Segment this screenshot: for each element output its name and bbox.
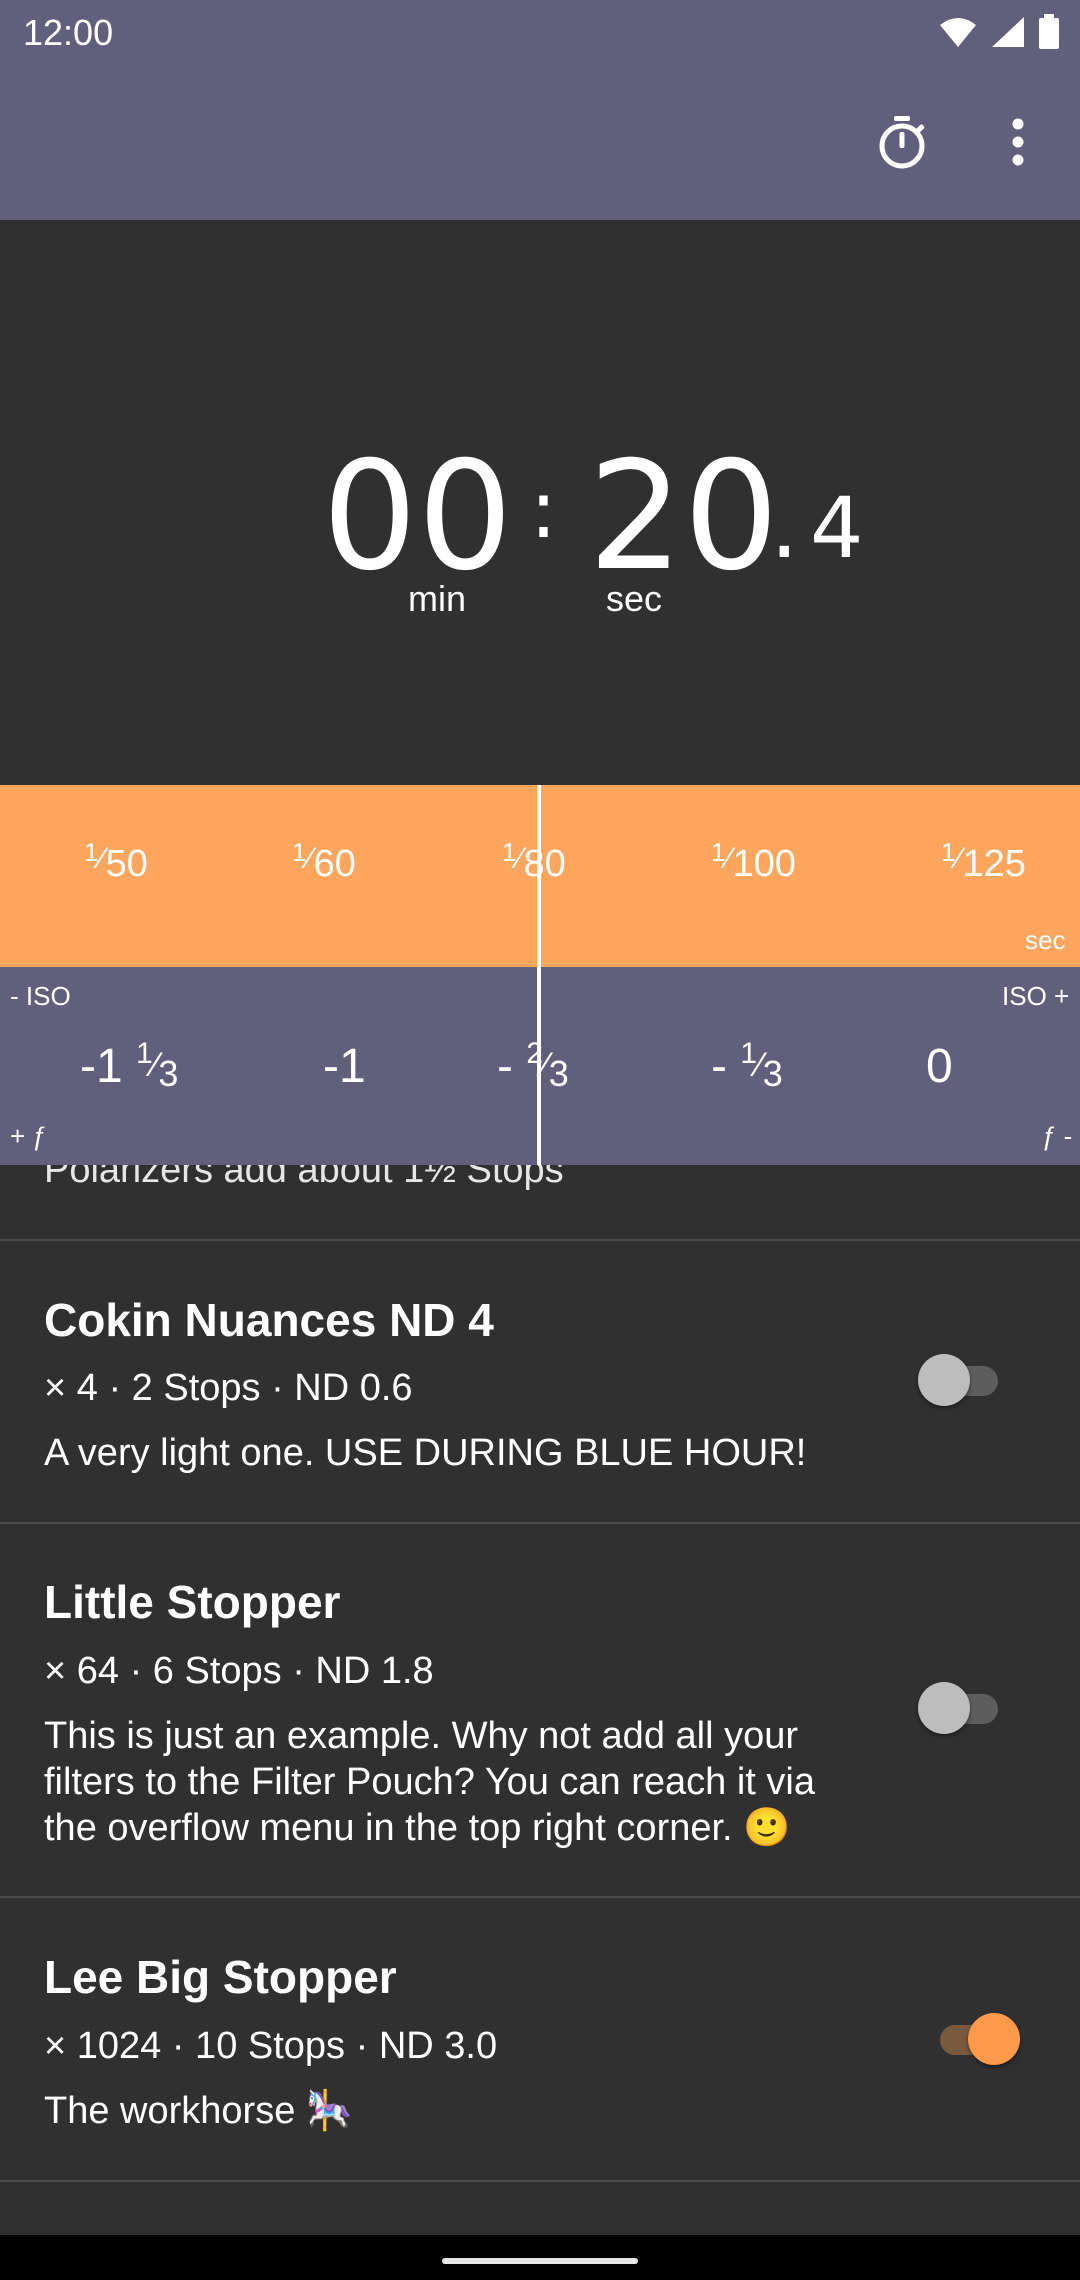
timer-dot: .: [770, 474, 799, 579]
ev-tick: - 1⁄3: [711, 1037, 783, 1094]
filter-toggle[interactable]: [918, 1680, 1008, 1736]
divider: [0, 2180, 1080, 2182]
shutter-tick: 1⁄60: [292, 837, 356, 885]
navigation-bar: [0, 2235, 1080, 2280]
filter-toggle[interactable]: [930, 2011, 1020, 2067]
minus-iso-label: - ISO: [10, 981, 71, 1011]
timer-colon: :: [530, 463, 557, 556]
seconds-label: sec: [606, 578, 663, 619]
home-gesture-handle[interactable]: [442, 2258, 638, 2264]
status-bar: 12:00: [0, 0, 1080, 66]
timer-display: 00 : 20 . 4 min sec: [0, 220, 1080, 785]
timer-tenths: 4: [810, 479, 864, 577]
ev-tick: - 2⁄3: [497, 1037, 569, 1094]
filter-list[interactable]: Polarizers add about 1½ Stops Cokin Nuan…: [0, 1165, 1080, 2235]
filter-meta: × 1024 · 10 Stops · ND 3.0: [44, 2025, 498, 2067]
filter-meta: × 4 · 2 Stops · ND 0.6: [44, 1367, 413, 1409]
filter-title: Little Stopper: [44, 1576, 341, 1628]
divider: [0, 1896, 1080, 1898]
filter-description: A very light one. USE DURING BLUE HOUR!: [44, 1432, 807, 1474]
filter-meta: × 64 · 6 Stops · ND 1.8: [44, 1650, 434, 1692]
timer-icon[interactable]: [866, 106, 938, 178]
divider: [0, 1239, 1080, 1241]
filter-title: Lee Big Stopper: [44, 1951, 397, 2003]
current-value-indicator: [537, 785, 541, 1165]
signal-icon: [992, 17, 1024, 47]
plus-iso-label: ISO +: [1002, 981, 1070, 1011]
shutter-tick: 1⁄125: [941, 837, 1026, 885]
battery-icon: [1039, 14, 1059, 49]
shutter-tick: 1⁄50: [84, 837, 148, 885]
filter-title: Cokin Nuances ND 4: [44, 1294, 494, 1346]
divider: [0, 1522, 1080, 1524]
timer-seconds: 20: [588, 430, 779, 604]
filter-description: The workhorse 🎠: [44, 2090, 354, 2132]
plus-f-label: + ƒ: [10, 1121, 47, 1151]
ev-tick: -1 1⁄3: [80, 1037, 179, 1094]
status-icons: [938, 14, 1060, 50]
status-time: 12:00: [23, 12, 114, 53]
wifi-icon: [940, 18, 976, 47]
shutter-tick: 1⁄80: [502, 837, 566, 885]
filter-description: This is just an example. Why not add all…: [44, 1715, 815, 1849]
shutter-tick: 1⁄100: [711, 837, 796, 885]
app-bar: [0, 66, 1080, 220]
ev-tick: -1: [323, 1040, 366, 1093]
timer-minutes: 00: [322, 430, 513, 604]
list-item-partial-description: Polarizers add about 1½ Stops: [44, 1165, 564, 1191]
filter-toggle[interactable]: [918, 1352, 1008, 1408]
shutter-unit-label: sec: [1025, 925, 1066, 955]
minus-f-label: ƒ -: [1042, 1121, 1073, 1151]
more-vert-icon[interactable]: [982, 106, 1054, 178]
ev-tick: 0: [926, 1040, 953, 1093]
minutes-label: min: [408, 578, 467, 619]
